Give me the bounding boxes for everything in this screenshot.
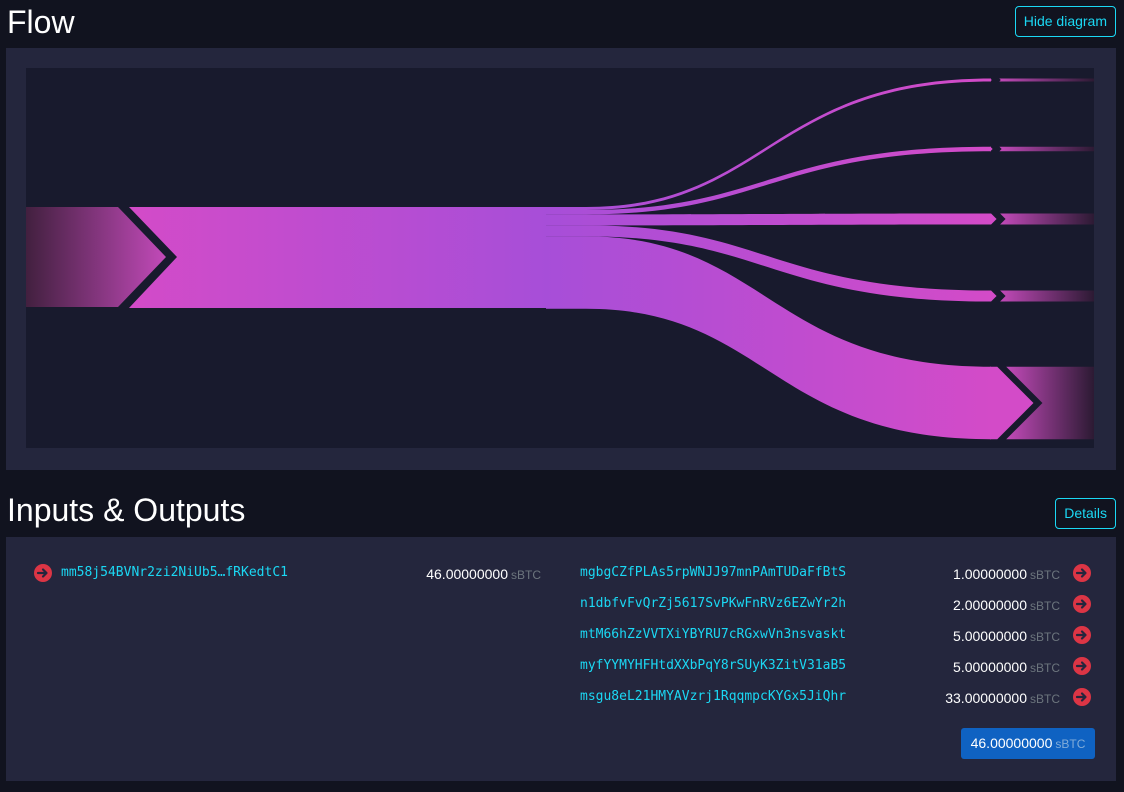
- inputs-outputs-title: Inputs & Outputs: [7, 492, 246, 528]
- output-amount-cell: 1.00000000 sBTC: [953, 566, 1060, 583]
- output-unit: sBTC: [1030, 568, 1060, 582]
- output-address[interactable]: n1dbfvFvQrZj5617SvPKwFnRVz6EZwYr2h: [580, 596, 846, 612]
- output-amount-cell: 5.00000000 sBTC: [953, 659, 1060, 676]
- hide-diagram-button[interactable]: Hide diagram: [1014, 6, 1116, 37]
- main-flow: [129, 207, 546, 308]
- flow-panel: [6, 48, 1116, 470]
- output-amount-cell: 33.00000000 sBTC: [945, 690, 1060, 707]
- output-amount: 5.00000000: [953, 628, 1027, 644]
- output-address[interactable]: mgbgCZfPLAs5rpWNJJ97mnPAmTUDaFfBtS: [580, 565, 846, 581]
- output-address[interactable]: msgu8eL21HMYAVzrj1RqqmpcKYGx5JiQhr: [580, 689, 846, 705]
- output-amount-cell: 2.00000000 sBTC: [953, 597, 1060, 614]
- output-amount: 2.00000000: [953, 597, 1027, 613]
- output-tail-1: [999, 146, 1094, 152]
- flow-diagram: [26, 68, 1094, 448]
- arrow-circle-right-icon[interactable]: [1073, 564, 1091, 582]
- total-amount-badge: 46.00000000 sBTC: [961, 728, 1095, 759]
- output-amount: 33.00000000: [945, 690, 1027, 706]
- output-amount: 1.00000000: [953, 566, 1027, 582]
- input-address[interactable]: mm58j54BVNr2zi2NiUb5…fRKedtC1: [61, 565, 288, 581]
- output-unit: sBTC: [1030, 692, 1060, 706]
- output-amount-cell: 5.00000000 sBTC: [953, 628, 1060, 645]
- arrow-circle-right-icon[interactable]: [1073, 657, 1091, 675]
- inputs-outputs-panel: mm58j54BVNr2zi2NiUb5…fRKedtC1 46.0000000…: [6, 537, 1116, 781]
- input-amount: 46.00000000: [426, 566, 508, 582]
- arrow-circle-right-icon[interactable]: [1073, 688, 1091, 706]
- arrow-circle-right-icon[interactable]: [34, 564, 52, 582]
- output-address[interactable]: myfYYMYHFHtdXXbPqY8rSUyK3ZitV31aB5: [580, 658, 846, 674]
- output-address[interactable]: mtM66hZzVVTXiYBYRU7cRGxwVn3nsvaskt: [580, 627, 846, 643]
- arrow-circle-right-icon[interactable]: [1073, 595, 1091, 613]
- total-amount: 46.00000000: [970, 735, 1053, 751]
- input-unit: sBTC: [511, 568, 541, 582]
- output-tail-3: [1000, 290, 1094, 302]
- arrow-circle-right-icon[interactable]: [1073, 626, 1091, 644]
- output-amount: 5.00000000: [953, 659, 1027, 675]
- details-button[interactable]: Details: [1055, 498, 1116, 529]
- total-unit: sBTC: [1055, 737, 1086, 751]
- flow-title: Flow: [7, 4, 75, 40]
- input-amount-cell: 46.00000000 sBTC: [426, 566, 541, 583]
- output-flow-2[interactable]: [546, 213, 991, 226]
- output-tail-2: [1000, 213, 1094, 225]
- output-unit: sBTC: [1030, 599, 1060, 613]
- output-tail-0: [999, 78, 1094, 82]
- output-unit: sBTC: [1030, 630, 1060, 644]
- output-unit: sBTC: [1030, 661, 1060, 675]
